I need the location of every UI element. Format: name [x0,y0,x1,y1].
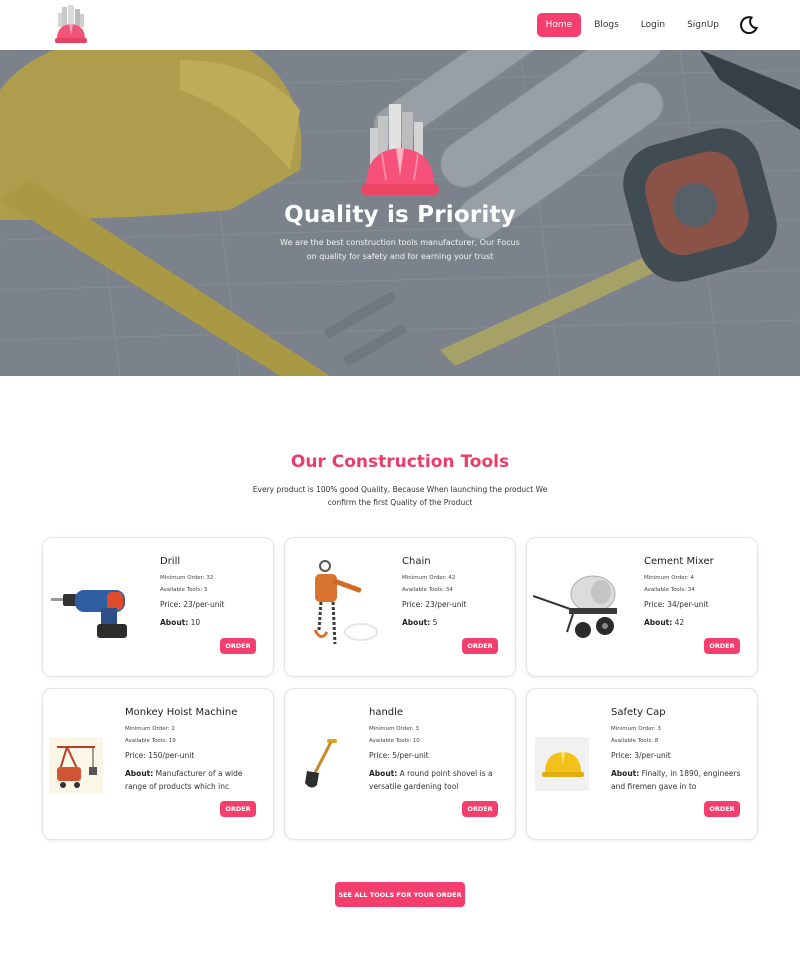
order-button[interactable]: ORDER [704,801,740,817]
hero-content: Quality is Priority We are the best cons… [0,102,800,264]
tool-price: Price: 3/per-unit [611,751,671,760]
tool-card-monkey-hoist: Monkey Hoist Machine Minimum Order: 2 Av… [42,688,274,840]
hero-hardhat-logo [361,104,439,195]
order-button[interactable]: ORDER [220,638,256,654]
tool-min-order: Minimum Order: 3 [611,726,661,732]
tool-about: About: Finally, in 1890, engineers and f… [611,769,741,791]
tool-about: About: 5 [402,618,438,627]
tool-name: Safety Cap [611,707,666,718]
tool-name: handle [369,707,404,718]
hero-banner: Quality is Priority We are the best cons… [0,50,800,376]
tool-available: Available Tools: 34 [402,587,453,593]
hero-title: Quality is Priority [284,202,516,228]
tool-available: Available Tools: 10 [369,738,420,744]
tool-available: Available Tools: 34 [644,587,695,593]
see-all-tools-button[interactable]: SEE ALL TOOLS FOR YOUR ORDER [335,882,465,907]
cement-mixer-icon [533,575,617,638]
tool-about: About: A round point shovel is a versati… [369,769,493,791]
order-button[interactable]: ORDER [704,638,740,654]
tool-available: Available Tools: 3 [160,587,208,593]
hardhat-building-logo[interactable] [53,5,89,45]
hoist-machine-icon [49,737,103,793]
tool-min-order: Minimum Order: 3 [369,726,419,732]
tool-price: Price: 23/per-unit [160,600,225,609]
tool-card-cement-mixer: Cement Mixer Minimum Order: 4 Available … [526,537,758,677]
order-button[interactable]: ORDER [462,638,498,654]
shovel-icon [305,739,337,788]
nav-login-link[interactable]: Login [632,13,674,37]
tool-card-handle: handle Minimum Order: 3 Available Tools:… [284,688,516,840]
tool-about: About: 10 [160,618,201,627]
tool-price: Price: 34/per-unit [644,600,709,609]
tool-about: About: Manufacturer of a wide range of p… [125,769,243,791]
tool-card-safety-cap: Safety Cap Minimum Order: 3 Available To… [526,688,758,840]
tool-price: Price: 23/per-unit [402,600,467,609]
tool-min-order: Minimum Order: 32 [160,575,214,581]
tool-card-chain: Chain Minimum Order: 42 Available Tools:… [284,537,516,677]
tool-available: Available Tools: 8 [611,738,659,744]
tool-price: Price: 5/per-unit [369,751,429,760]
tool-card-drill: Drill Minimum Order: 32 Available Tools:… [42,537,274,677]
nav-home-link[interactable]: Home [536,13,582,37]
tools-section-subtitle: Every product is 100% good Quality, Beca… [252,485,548,507]
tool-min-order: Minimum Order: 42 [402,575,456,581]
tool-price: Price: 150/per-unit [125,751,195,760]
tool-about: About: 42 [644,618,685,627]
drill-icon [51,590,127,638]
tool-name: Drill [160,556,181,567]
tools-section-title: Our Construction Tools [290,452,510,472]
order-button[interactable]: ORDER [462,801,498,817]
navbar: Home Blogs Login SignUp [0,0,800,50]
tool-min-order: Minimum Order: 2 [125,726,175,732]
moon-icon[interactable] [738,14,760,36]
safety-cap-icon [535,737,589,791]
hero-subtitle: We are the best construction tools manuf… [280,238,520,261]
nav-blogs-link[interactable]: Blogs [585,13,628,37]
tool-name: Monkey Hoist Machine [125,707,238,718]
tool-name: Chain [402,556,431,567]
tool-min-order: Minimum Order: 4 [644,575,694,581]
nav-links: Home Blogs Login SignUp [536,13,760,37]
nav-signup-link[interactable]: SignUp [678,13,728,37]
tool-name: Cement Mixer [644,556,714,567]
tool-available: Available Tools: 19 [125,738,176,744]
chain-hoist-icon [313,560,378,645]
order-button[interactable]: ORDER [220,801,256,817]
